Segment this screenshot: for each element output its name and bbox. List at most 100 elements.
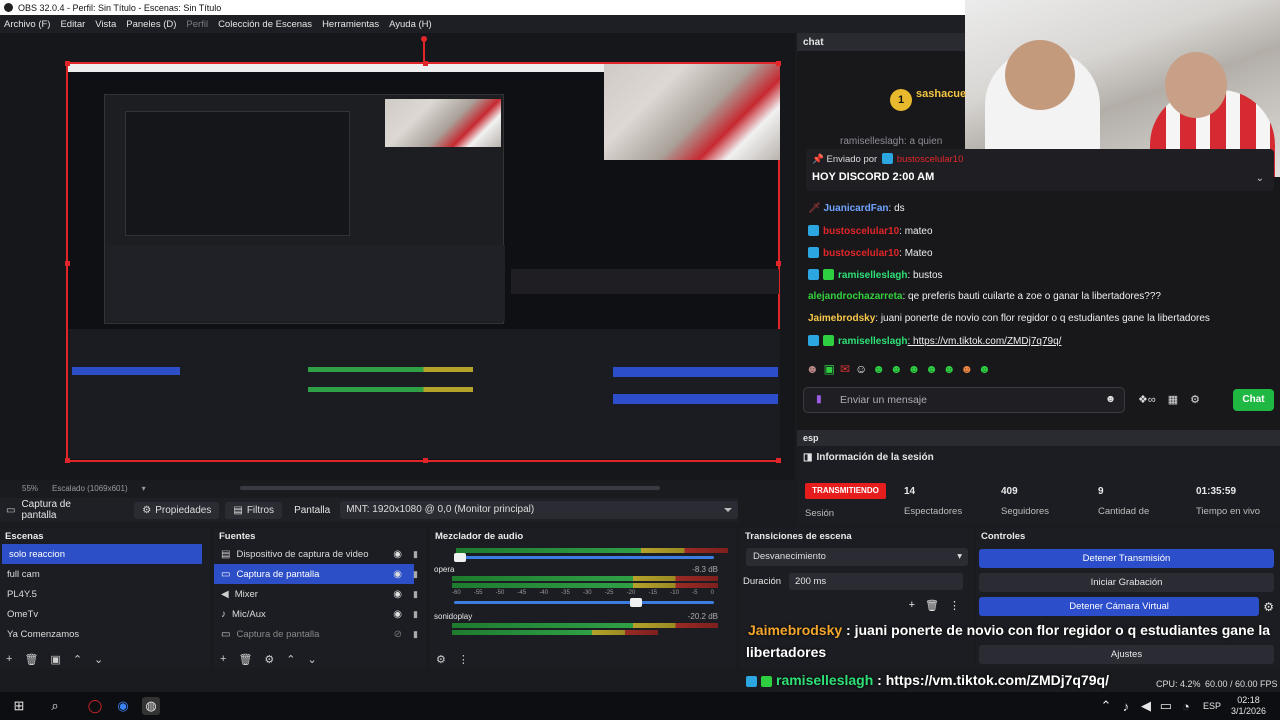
transition-select[interactable]: Desvanecimiento ▾ (746, 548, 968, 566)
gear-icon[interactable]: ⚙ (1190, 393, 1200, 406)
chevron-up-icon[interactable]: ⌃ (73, 653, 82, 666)
opera-icon[interactable]: ◯ (86, 697, 104, 715)
eye-icon[interactable]: ◉ (393, 589, 402, 600)
start-recording-button[interactable]: Iniciar Grabación (979, 573, 1274, 592)
chat-user[interactable]: JuanicardFan (823, 203, 888, 214)
eye-icon[interactable]: ◉ (393, 609, 402, 620)
chevron-up-icon[interactable]: ⌃ (1097, 697, 1115, 715)
lock-icon[interactable]: ▮ (413, 569, 418, 580)
resize-handle[interactable] (776, 261, 781, 266)
chat-user[interactable]: alejandrochazarreta (808, 291, 903, 302)
scene-item[interactable]: solo reaccion (2, 544, 202, 564)
source-item[interactable]: ▭ Captura de pantalla ⊘ ▮ (214, 624, 426, 644)
store-icon[interactable]: ▦ (1168, 393, 1178, 406)
chevron-down-icon[interactable]: ⌄ (1256, 173, 1264, 184)
chat-input[interactable]: ▮ Enviar un mensaje ☻ (803, 387, 1125, 413)
windows-start-icon[interactable]: ⊞ (10, 697, 28, 715)
chat-user[interactable]: ramiselleslagh (838, 270, 907, 281)
filter-icon[interactable]: ▣ (50, 653, 60, 666)
emote-icon[interactable]: ☻ (961, 362, 974, 376)
gear-icon[interactable]: ⚙ (1263, 600, 1274, 614)
pinned-message[interactable]: 📌 Enviado por bustoscelular10 HOY DISCOR… (806, 149, 1274, 191)
chevron-down-icon[interactable]: ▾ (142, 484, 146, 493)
menu-vista[interactable]: Vista (95, 19, 116, 30)
bits-icon[interactable]: ❖∞ (1138, 393, 1156, 406)
emote-icon[interactable]: ☻ (925, 362, 938, 376)
wifi-icon[interactable]: ◔ (1177, 697, 1195, 715)
lock-icon[interactable]: ▮ (413, 589, 418, 600)
menu-perfil[interactable]: Perfil (186, 19, 208, 30)
emote-icon[interactable]: ☻ (890, 362, 903, 376)
chat-user[interactable]: bustoscelular10 (823, 248, 899, 259)
scene-item[interactable]: Ya Comenzamos (0, 624, 210, 644)
more-icon[interactable]: ⋮ (949, 599, 960, 612)
emote-icon[interactable]: ☻ (978, 362, 991, 376)
preview-canvas[interactable] (65, 61, 781, 463)
source-item[interactable]: ◀ Mixer ◉ ▮ (214, 584, 426, 604)
volume-knob[interactable] (630, 598, 642, 607)
preview-scrollbar[interactable] (240, 486, 660, 490)
more-icon[interactable]: ⋮ (458, 653, 469, 666)
resize-handle[interactable] (423, 458, 428, 463)
stop-virtual-camera-button[interactable]: Detener Cámara Virtual (979, 597, 1260, 616)
volume-icon[interactable]: ◀ (1137, 697, 1155, 715)
eye-icon[interactable]: ◉ (393, 549, 402, 560)
resize-handle[interactable] (776, 458, 781, 463)
menu-coleccion[interactable]: Colección de Escenas (218, 19, 312, 30)
menu-archivo[interactable]: Archivo (F) (4, 19, 50, 30)
properties-button[interactable]: ⚙ Propiedades (134, 501, 220, 519)
search-icon[interactable]: ⌕ (46, 697, 64, 715)
emote-icon[interactable]: ✉ (840, 362, 850, 376)
chevron-up-icon[interactable]: ⌃ (286, 653, 295, 666)
display-select[interactable]: MNT: 1920x1080 @ 0,0 (Monitor principal) (340, 501, 738, 519)
trash-icon[interactable]: 🗑 (925, 599, 939, 612)
display-icon[interactable]: ▭ (1157, 697, 1175, 715)
mic-icon[interactable]: ▮ (816, 393, 822, 405)
filters-button[interactable]: ▤ Filtros (225, 501, 283, 519)
add-icon[interactable]: + (909, 599, 915, 612)
chevron-down-icon[interactable]: ⌄ (94, 653, 103, 666)
trash-icon[interactable]: 🗑 (24, 653, 38, 666)
resize-handle[interactable] (65, 261, 70, 266)
emote-icon[interactable]: ☺ (855, 362, 867, 376)
chrome-icon[interactable]: ◉ (114, 697, 132, 715)
scene-item[interactable]: OmeTv (0, 604, 210, 624)
scene-item[interactable]: PL4Y.5 (0, 584, 210, 604)
emote-icon[interactable]: ☻ (908, 362, 921, 376)
resize-handle[interactable] (776, 61, 781, 66)
menu-editar[interactable]: Editar (60, 19, 85, 30)
zoom-level[interactable]: 55% (22, 484, 38, 493)
obs-icon[interactable]: ◍ (142, 697, 160, 715)
menu-ayuda[interactable]: Ayuda (H) (389, 19, 432, 30)
scene-item[interactable]: full cam (0, 564, 210, 584)
chat-send-button[interactable]: Chat (1233, 389, 1274, 411)
add-icon[interactable]: + (220, 653, 226, 665)
menu-herramientas[interactable]: Herramientas (322, 19, 379, 30)
emote-icon[interactable]: ☻ (943, 362, 956, 376)
language-indicator[interactable]: ESP (1203, 701, 1221, 711)
clock[interactable]: 02:18 3/1/2026 (1231, 695, 1266, 717)
source-item[interactable]: ▤ Dispositivo de captura de video ◉ ▮ (214, 544, 426, 564)
lock-icon[interactable]: ▮ (413, 629, 418, 640)
chevron-down-icon[interactable]: ⌄ (308, 653, 317, 666)
emoji-icon[interactable]: ☻ (1105, 393, 1116, 405)
resize-handle[interactable] (423, 61, 428, 66)
menu-paneles[interactable]: Paneles (D) (126, 19, 176, 30)
resize-handle[interactable] (65, 458, 70, 463)
gear-icon[interactable]: ⚙ (436, 653, 446, 666)
source-item[interactable]: ▭ Captura de pantalla ◉ ▮ (214, 564, 418, 584)
volume-slider[interactable] (454, 598, 714, 607)
chat-user[interactable]: ramiselleslagh (838, 336, 907, 347)
resize-handle[interactable] (65, 61, 70, 66)
trash-icon[interactable]: 🗑 (238, 653, 252, 666)
gear-icon[interactable]: ⚙ (264, 653, 274, 666)
add-icon[interactable]: + (6, 653, 12, 665)
mic-icon[interactable]: ♪ (1117, 697, 1135, 715)
emote-icon[interactable]: ☻ (806, 362, 819, 376)
settings-button[interactable]: Ajustes (979, 645, 1274, 664)
duration-input[interactable]: 200 ms (789, 573, 963, 590)
eye-hidden-icon[interactable]: ⊘ (394, 629, 402, 640)
emote-icon[interactable]: ▣ (824, 362, 835, 376)
lock-icon[interactable]: ▮ (413, 609, 418, 620)
eye-icon[interactable]: ◉ (393, 569, 402, 580)
